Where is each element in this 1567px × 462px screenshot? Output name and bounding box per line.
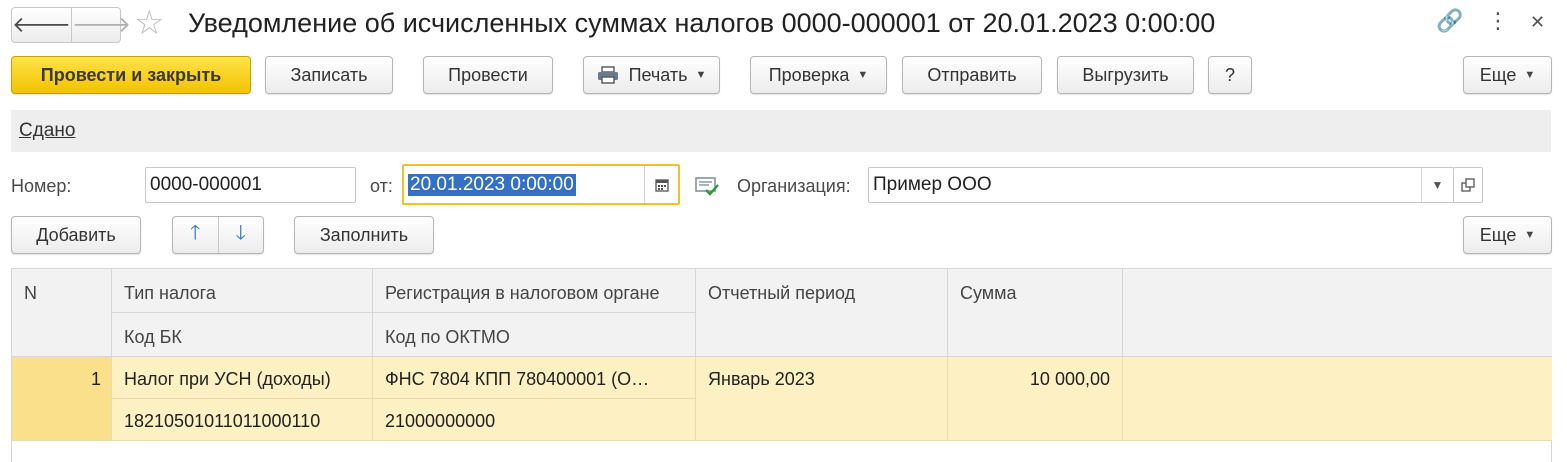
dropdown-caret-icon: ▼ [1524,229,1536,241]
fill-button[interactable]: Заполнить [294,216,434,254]
post-and-close-label: Провести и закрыть [40,64,222,85]
cell-sum[interactable]: 10 000,00 [948,357,1123,441]
export-label: Выгрузить [1082,64,1169,85]
header-oktmo[interactable]: Код по ОКТМО [373,313,696,357]
organization-open-button[interactable] [1453,167,1483,203]
organization-value: Пример ООО [873,174,992,195]
fill-label: Заполнить [319,224,409,245]
move-down-button[interactable]: 🡓 [219,217,264,253]
more-label: Еще [1479,64,1517,85]
close-icon[interactable]: ✕ [1530,13,1545,31]
cell-period[interactable]: Январь 2023 [696,357,948,441]
table-more-label: Еще [1479,224,1517,245]
organization-dropdown-button[interactable]: ▼ [1421,168,1453,202]
calendar-button[interactable] [644,166,678,203]
cell-kbk[interactable]: 18210501011011000110 [112,399,373,441]
dropdown-caret-icon: ▼ [695,69,707,81]
header-tax-type[interactable]: Тип налога [112,269,373,313]
number-label: Номер: [11,176,72,196]
header-kbk[interactable]: Код БК [112,313,373,357]
send-button[interactable]: Отправить [902,56,1042,94]
navigation-group: 🡐 🡒 [11,7,131,43]
add-button[interactable]: Добавить [11,216,141,254]
forward-button[interactable]: 🡒 [71,8,131,42]
header-period[interactable]: Отчетный период [696,269,948,357]
arrow-left-icon: 🡐 [12,12,71,37]
arrow-right-icon: 🡒 [72,12,131,37]
header-n[interactable]: N [12,269,112,357]
save-label: Записать [290,64,368,85]
check-label: Проверка [768,64,850,85]
move-up-button[interactable]: 🡑 [173,217,219,253]
organization-field[interactable]: Пример ООО ▼ [868,167,1454,203]
number-field[interactable]: 0000-000001 [145,167,356,203]
cell-oktmo[interactable]: 21000000000 [373,399,696,441]
arrow-down-icon: 🡓 [235,222,246,244]
dropdown-caret-icon: ▼ [857,69,869,81]
post-button[interactable]: Провести [423,56,553,94]
date-field[interactable]: 20.01.2023 0:00:00 [402,164,680,205]
number-value: 0000-000001 [150,174,262,195]
export-button[interactable]: Выгрузить [1057,56,1194,94]
check-status-icon[interactable] [694,174,720,198]
cell-n[interactable]: 1 [12,357,112,441]
window-title: Уведомление об исчисленных суммах налого… [188,8,1216,38]
status-strip: Сдано [11,110,1551,152]
cell-tax-type[interactable]: Налог при УСН (доходы) [112,357,373,399]
organization-label: Организация: [737,176,851,196]
arrow-up-icon: 🡑 [190,222,201,244]
more-button[interactable]: Еще ▼ [1463,56,1552,94]
link-icon[interactable]: 🔗 [1436,10,1463,32]
cell-registration[interactable]: ФНС 7804 КПП 780400001 (О… [373,357,696,399]
post-and-close-button[interactable]: Провести и закрыть [11,56,251,94]
more-actions-icon[interactable]: ⋮ [1487,10,1509,32]
calendar-icon [654,178,669,192]
move-buttons-group: 🡑 🡓 [172,216,264,254]
header-registration[interactable]: Регистрация в налоговом органе [373,269,696,313]
back-button[interactable]: 🡐 [12,8,71,42]
header-sum[interactable]: Сумма [948,269,1123,357]
favorite-star-icon[interactable]: ☆ [134,6,164,40]
date-value: 20.01.2023 0:00:00 [408,173,576,196]
taxes-table: N Тип налога Код БК Регистрация в налого… [11,268,1552,462]
open-form-icon [1461,178,1475,192]
send-label: Отправить [927,64,1017,85]
date-label: от: [370,176,393,196]
header-filler [1123,269,1552,357]
post-label: Провести [448,64,528,85]
save-button[interactable]: Записать [265,56,393,94]
help-button[interactable]: ? [1208,56,1252,94]
check-button[interactable]: Проверка ▼ [750,56,887,94]
status-link[interactable]: Сдано [19,120,75,142]
add-label: Добавить [36,224,116,245]
printer-icon [597,66,618,84]
print-button[interactable]: Печать ▼ [583,56,720,94]
table-more-button[interactable]: Еще ▼ [1463,216,1552,254]
help-label: ? [1224,64,1235,85]
print-label: Печать [628,64,688,85]
dropdown-caret-icon: ▼ [1431,178,1444,192]
cell-filler [1123,357,1552,441]
dropdown-caret-icon: ▼ [1524,69,1536,81]
